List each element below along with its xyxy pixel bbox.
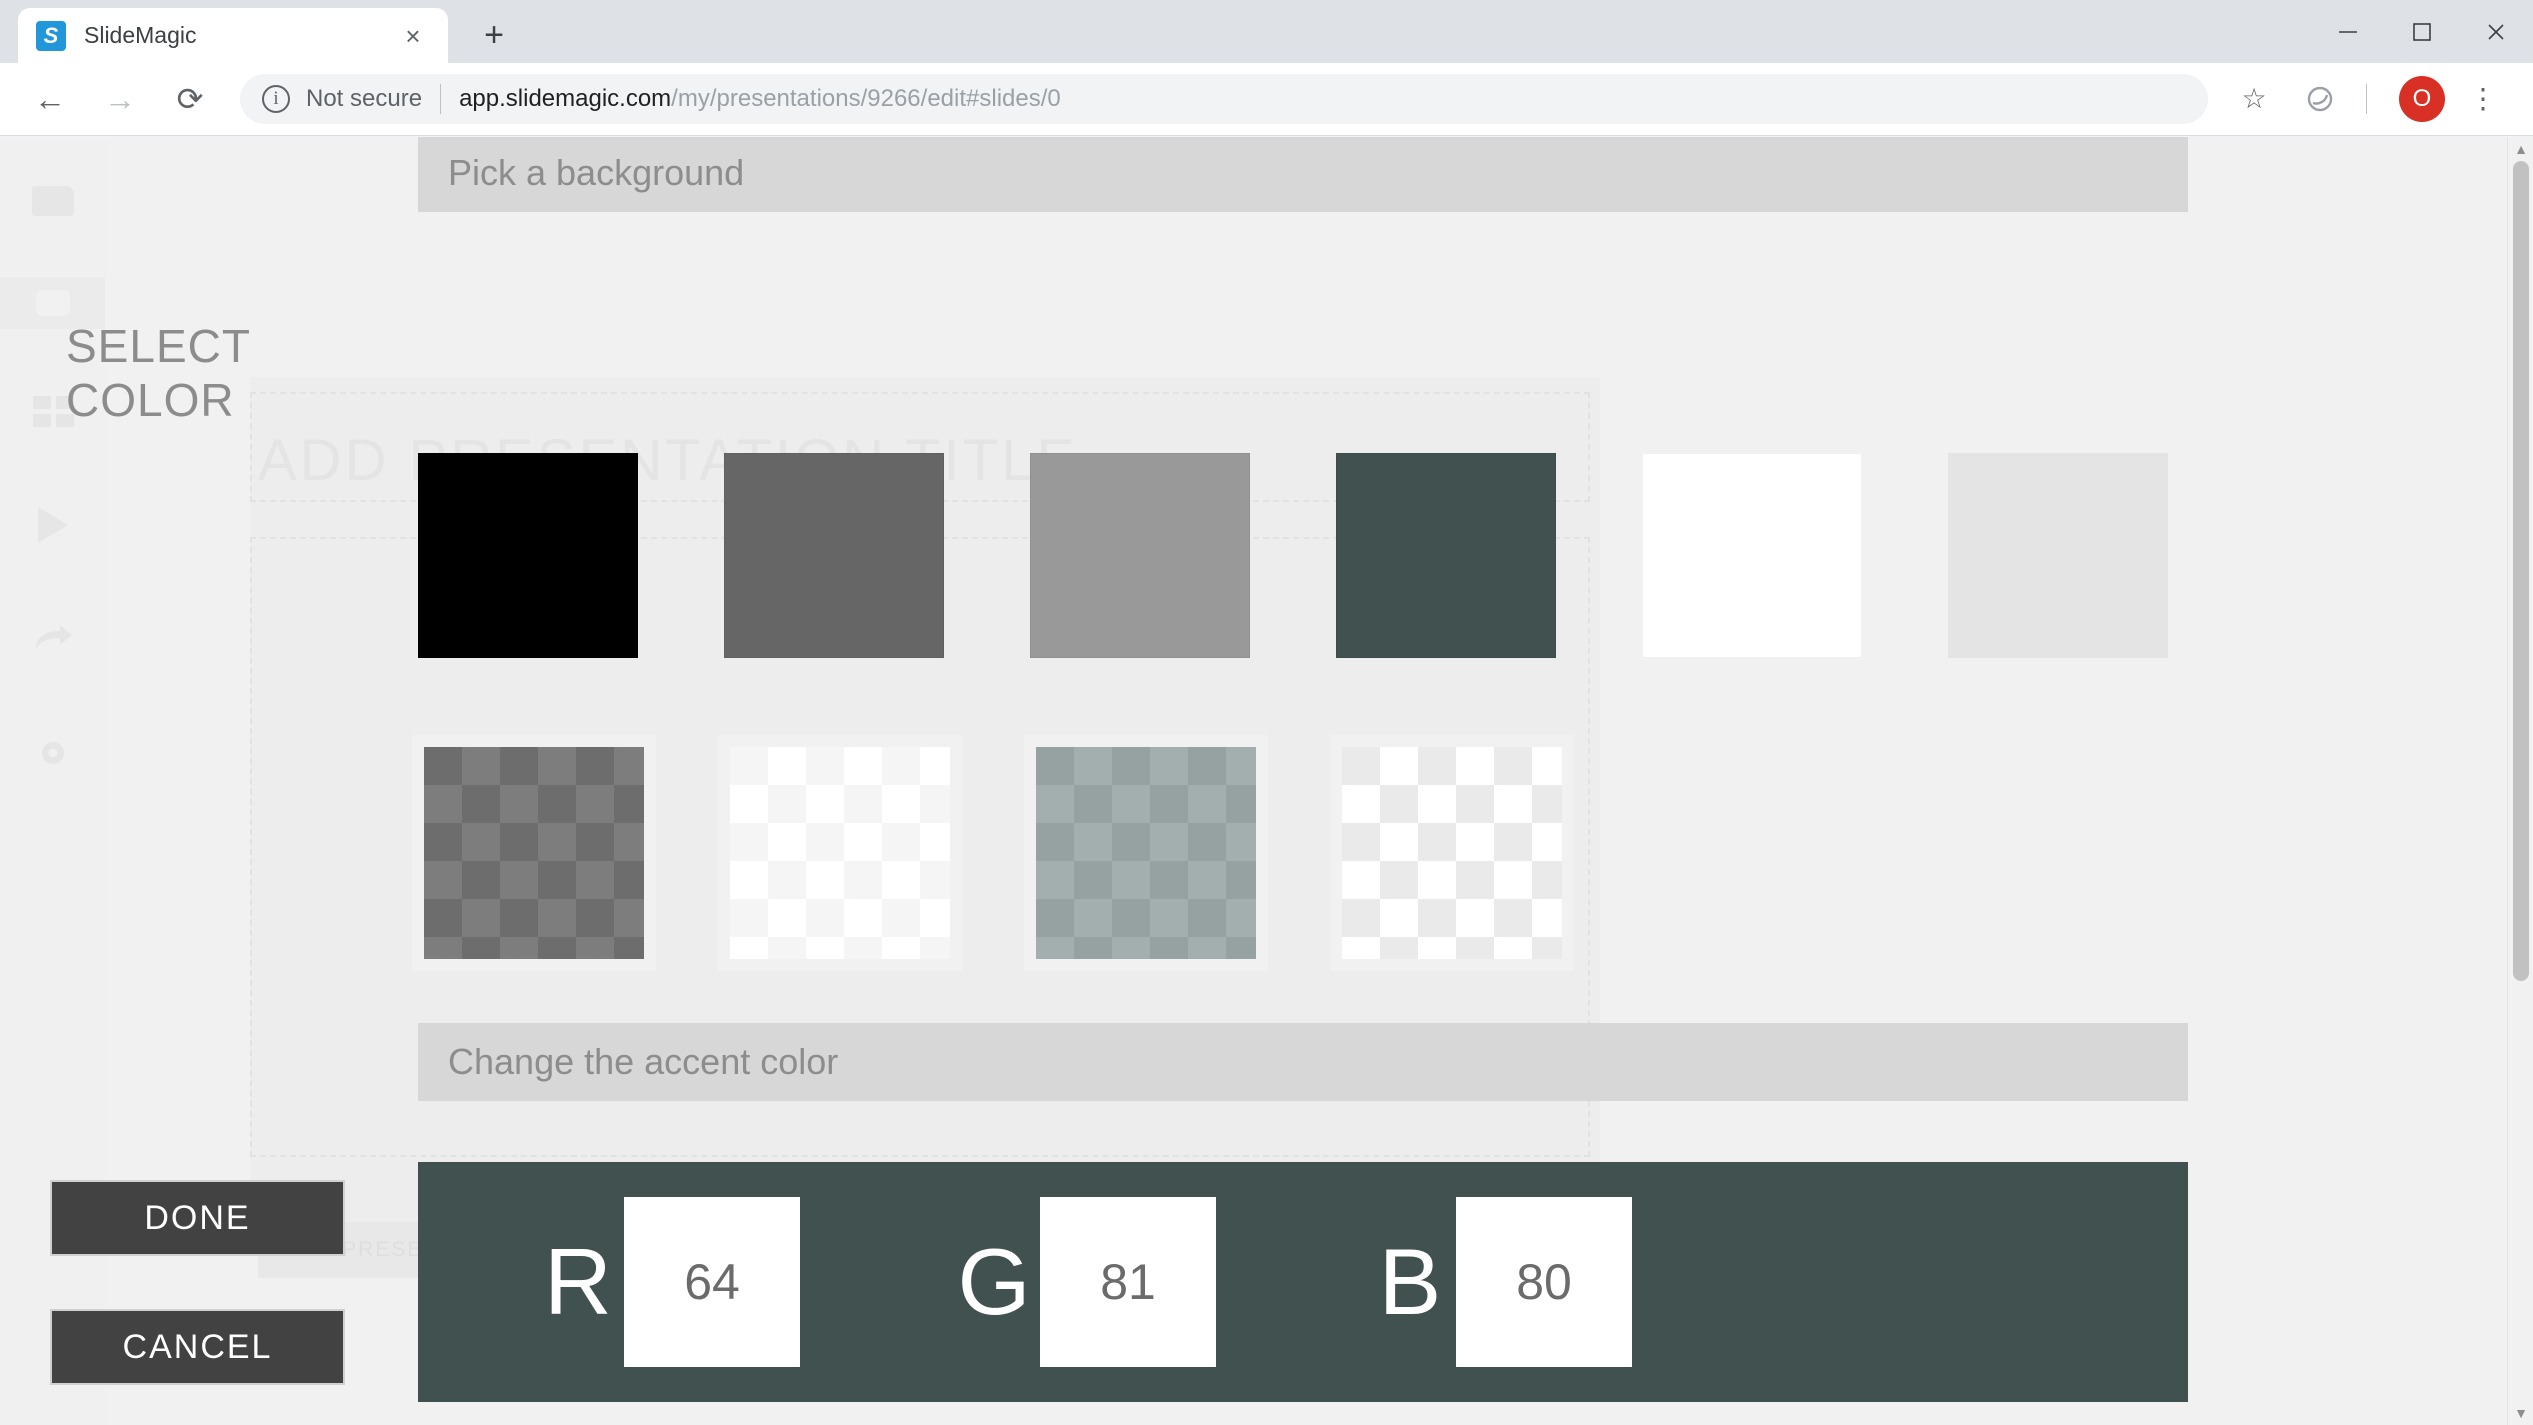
minimize-icon[interactable] <box>2311 0 2385 63</box>
maximize-icon[interactable] <box>2385 0 2459 63</box>
security-status-label: Not secure <box>306 85 423 112</box>
omnibox-divider <box>440 84 442 114</box>
swatch-white-transparent[interactable] <box>730 747 950 959</box>
pick-background-label: Pick a background <box>448 152 745 193</box>
swatch-green-gray-transparent[interactable] <box>1036 747 1256 959</box>
url-host: app.slidemagic.com <box>459 85 672 112</box>
swatch-gray-transparent-wrap[interactable] <box>412 735 656 971</box>
browser-window: S SlideMagic × + ← → ⟳ i Not secure app.… <box>0 0 2533 1425</box>
scroll-up-icon[interactable]: ▲ <box>2508 137 2533 161</box>
tab-strip: S SlideMagic × + <box>0 0 2533 63</box>
reload-icon[interactable]: ⟳ <box>162 71 218 127</box>
swatch-green-gray-transparent-wrap[interactable] <box>1024 735 1268 971</box>
red-channel-input[interactable]: 64 <box>624 1197 800 1367</box>
picker-heading: SELECT COLOR <box>66 320 251 427</box>
extension-icon[interactable] <box>2292 71 2348 127</box>
done-button[interactable]: DONE <box>50 1180 345 1256</box>
color-picker-overlay: SELECT COLOR Pick a background Change th… <box>0 137 2533 1425</box>
chrome-menu-icon[interactable]: ⋮ <box>2455 71 2511 127</box>
swatch-light-transparent-wrap[interactable] <box>1330 735 1574 971</box>
blue-channel-label: B <box>1378 1229 1442 1334</box>
swatch-white-transparent-wrap[interactable] <box>718 735 962 971</box>
site-info-icon[interactable]: i <box>262 85 290 113</box>
swatch-black[interactable] <box>418 453 638 658</box>
forward-icon[interactable]: → <box>92 71 148 127</box>
close-tab-icon[interactable]: × <box>396 19 430 53</box>
scroll-down-icon[interactable]: ▼ <box>2508 1401 2533 1425</box>
swatch-medium-gray[interactable] <box>1030 453 1250 658</box>
toolbar-divider <box>2366 84 2367 114</box>
tab-title: SlideMagic <box>84 22 197 48</box>
rgb-input-panel: R 64 G 81 B 80 <box>418 1162 2188 1402</box>
browser-toolbar: ← → ⟳ i Not secure app.slidemagic.com/my… <box>0 63 2533 136</box>
swatch-light-transparent[interactable] <box>1342 747 1562 959</box>
url-text: app.slidemagic.com/my/presentations/9266… <box>459 85 1061 113</box>
slidemagic-favicon-icon: S <box>36 20 66 51</box>
swatch-gray-transparent[interactable] <box>424 747 644 959</box>
green-channel-input[interactable]: 81 <box>1040 1197 1216 1367</box>
accent-color-label: Change the accent color <box>448 1041 839 1082</box>
window-controls <box>2311 0 2533 63</box>
swatch-dark-green[interactable] <box>1336 453 1556 658</box>
page-scrollbar[interactable]: ▲ ▼ <box>2507 137 2533 1425</box>
swatch-light-gray[interactable] <box>1948 453 2168 658</box>
page-viewport: ADD PRESENTATION TITLE ADD PRESENT SELEC… <box>0 137 2533 1425</box>
browser-tab[interactable]: S SlideMagic × <box>18 8 448 63</box>
accent-color-header: Change the accent color <box>418 1023 2188 1101</box>
url-path: /my/presentations/9266/edit#slides/0 <box>671 85 1061 112</box>
bookmark-star-icon[interactable]: ☆ <box>2226 71 2282 127</box>
rgb-green-group: G 81 <box>954 1197 1222 1367</box>
close-window-icon[interactable] <box>2459 0 2533 63</box>
back-icon[interactable]: ← <box>22 71 78 127</box>
green-channel-label: G <box>957 1229 1031 1334</box>
rgb-red-group: R 64 <box>538 1197 806 1367</box>
cancel-button[interactable]: CANCEL <box>50 1309 345 1385</box>
new-tab-button[interactable]: + <box>470 11 518 59</box>
rgb-blue-group: B 80 <box>1370 1197 1638 1367</box>
transparent-swatch-row <box>412 735 1574 971</box>
swatch-dark-gray[interactable] <box>724 453 944 658</box>
pick-background-header: Pick a background <box>418 137 2188 212</box>
background-swatch-row <box>418 453 2168 658</box>
address-bar[interactable]: i Not secure app.slidemagic.com/my/prese… <box>240 74 2208 124</box>
red-channel-label: R <box>544 1229 612 1334</box>
swatch-white[interactable] <box>1642 453 1862 658</box>
profile-avatar[interactable]: O <box>2399 76 2445 122</box>
blue-channel-input[interactable]: 80 <box>1456 1197 1632 1367</box>
scrollbar-thumb[interactable] <box>2513 161 2529 981</box>
